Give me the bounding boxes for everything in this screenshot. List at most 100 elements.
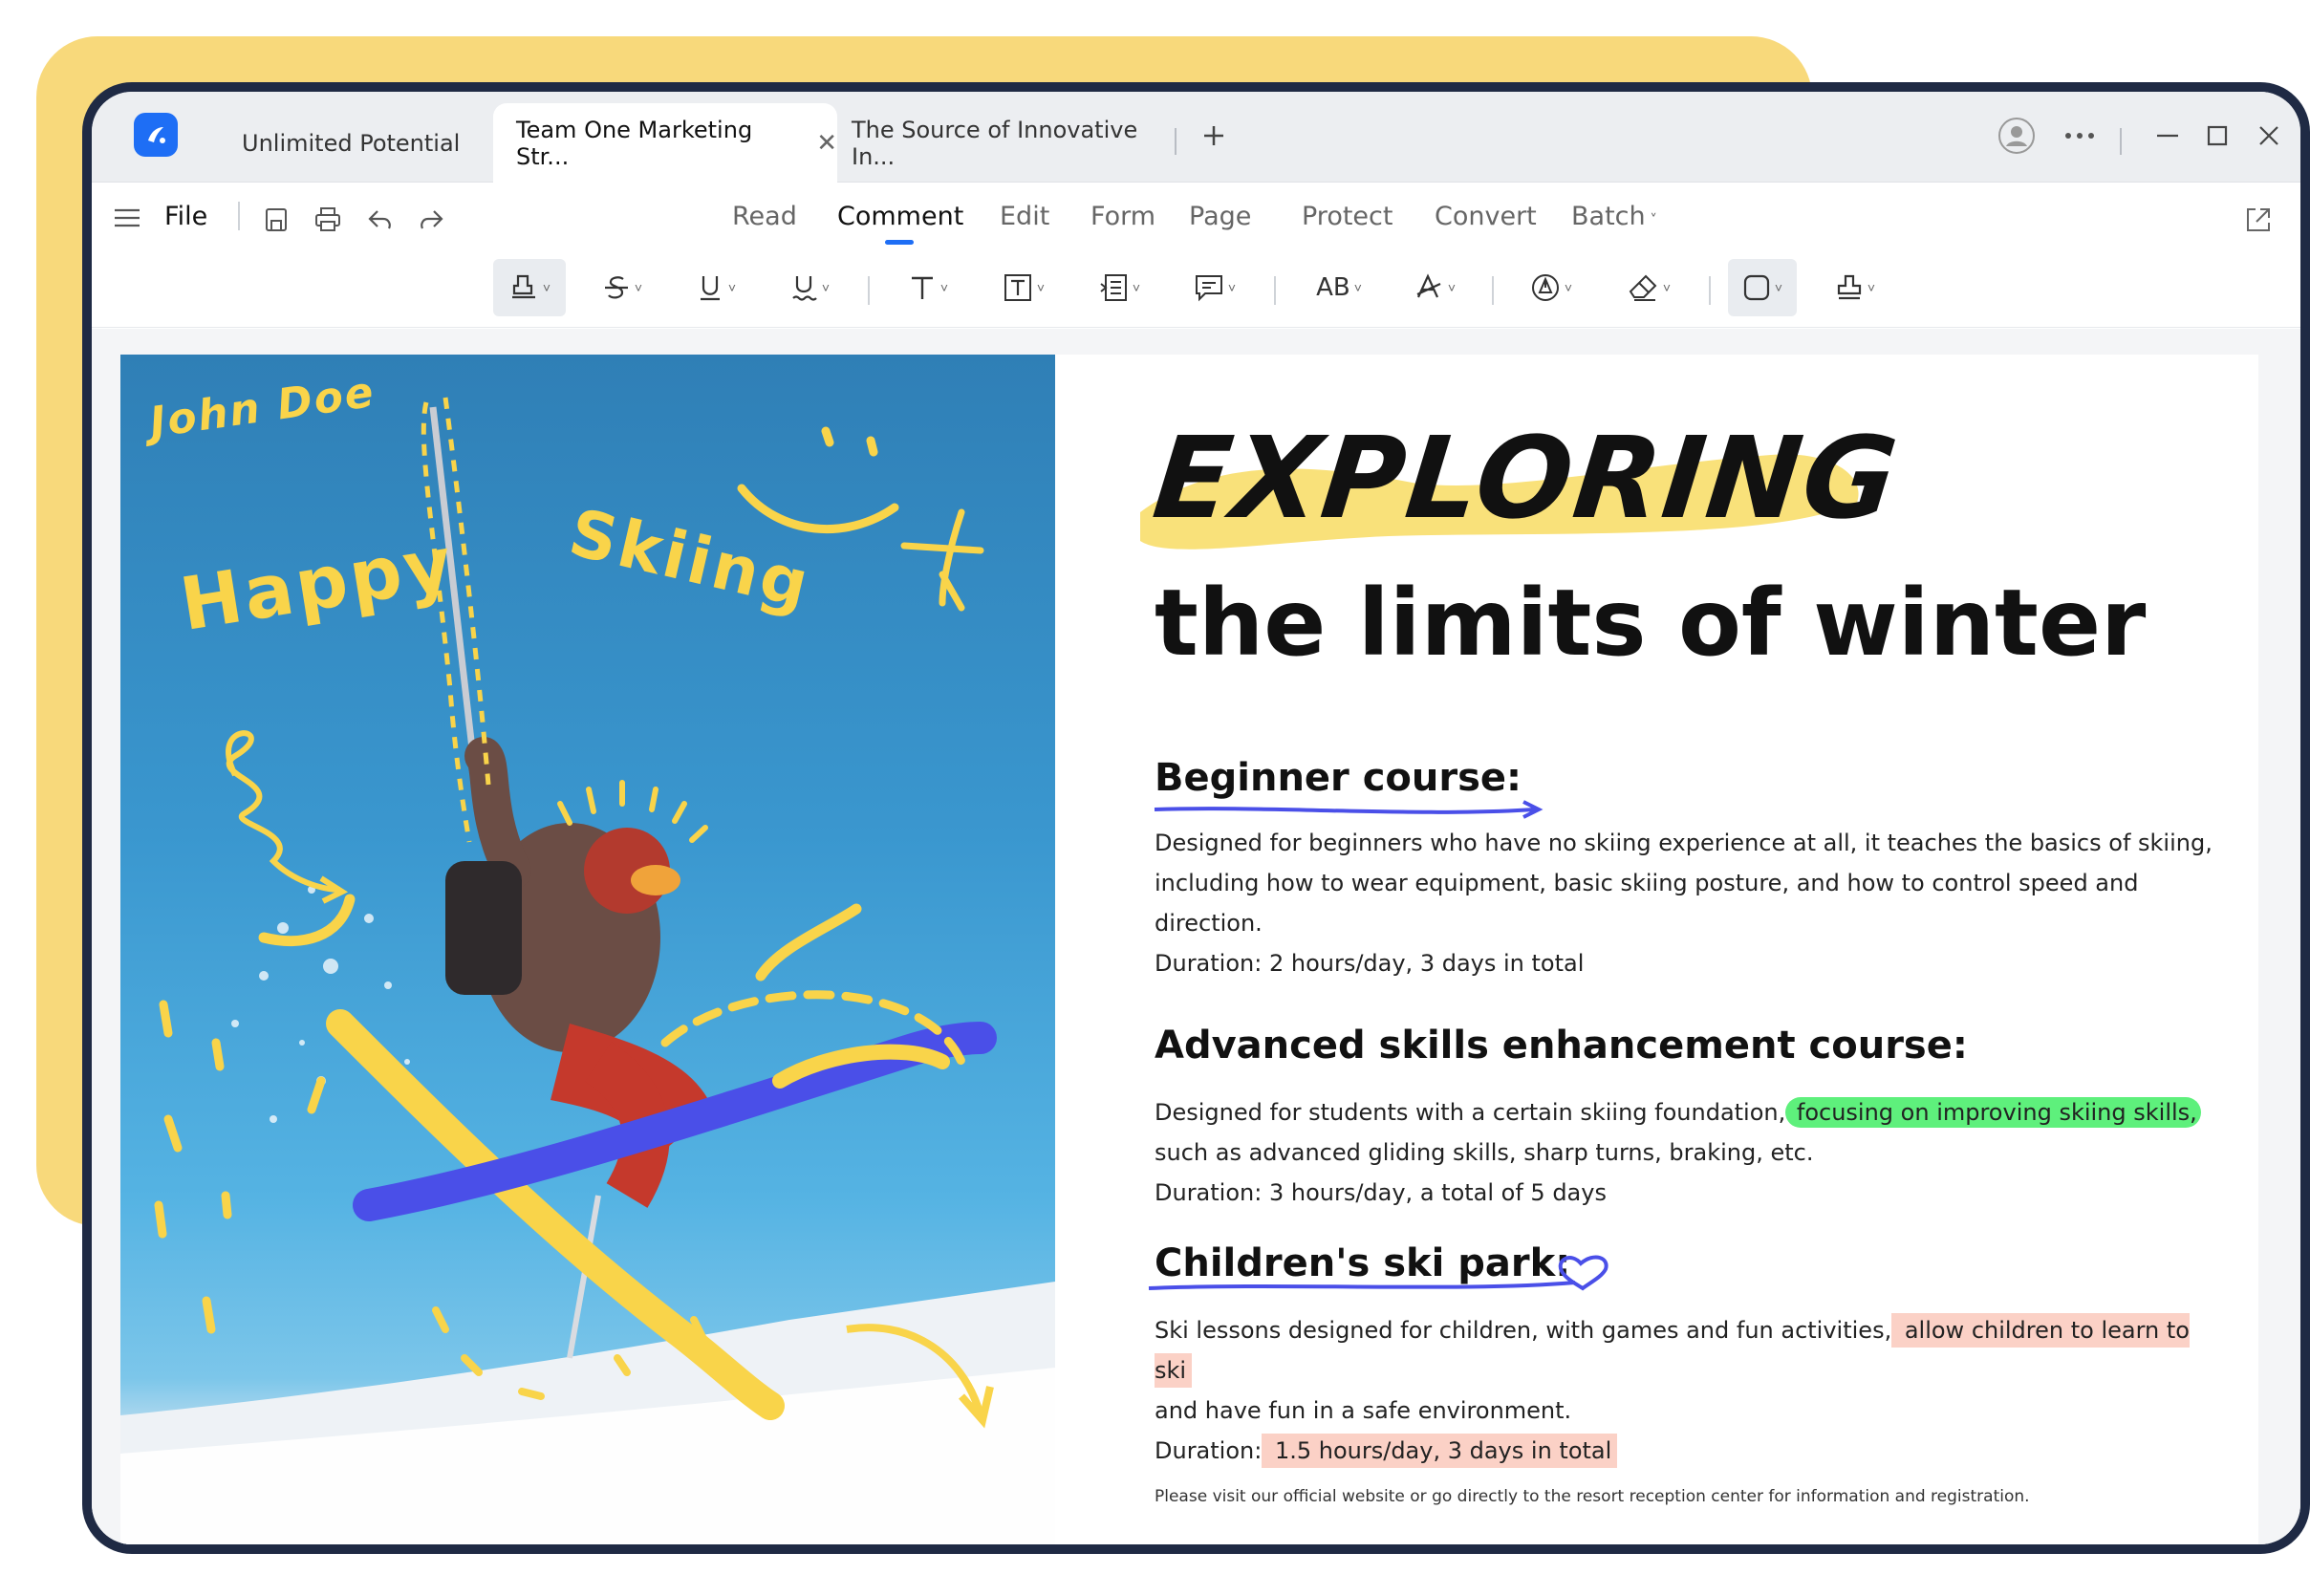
toolbar-divider (1274, 276, 1276, 305)
eraser-icon (1629, 274, 1657, 301)
text-line: Designed for students with a certain ski… (1155, 1092, 2225, 1132)
text-line: such as advanced gliding skills, sharp t… (1155, 1139, 1814, 1166)
text-line: Ski lessons designed for children, with … (1155, 1310, 2225, 1391)
text-callout-icon (1100, 274, 1127, 301)
save-icon[interactable] (260, 204, 292, 236)
strikethrough-tool[interactable]: ˅ (589, 259, 656, 316)
stamp-icon (1837, 274, 1862, 300)
text-color-icon (1416, 273, 1441, 298)
text-span: Ski lessons designed for children, with … (1155, 1317, 1892, 1344)
blue-underline-arrow (1154, 800, 1544, 819)
menu-bar: File Read Comment Edit Form Page Protect… (92, 183, 2300, 251)
text-icon (911, 276, 933, 299)
pink-highlight[interactable]: 1.5 hours/day, 3 days in total (1262, 1434, 1618, 1468)
chevron-down-icon: ˅ (939, 280, 949, 295)
heading-beginner-course: Beginner course: (1155, 756, 1522, 800)
new-tab-icon[interactable] (1191, 113, 1237, 159)
chevron-down-icon: ˅ (1353, 280, 1362, 295)
minimize-icon[interactable] (2145, 113, 2191, 159)
text-box-tool[interactable]: ˅ (990, 259, 1057, 316)
comment-toolbar: ˅ ˅ ˅ ˅ ˅ ˅ ˅ ˅ AB ˅ ˅ ˅ ˅ ˅ ˅ (92, 251, 2300, 328)
menu-batch[interactable]: Batch ˅ (1571, 202, 1657, 231)
toolbar-divider (1709, 276, 1711, 305)
print-icon[interactable] (312, 204, 344, 236)
text-callout-tool[interactable]: ˅ (1086, 259, 1153, 316)
more-options-icon[interactable] (2057, 113, 2103, 159)
green-highlight[interactable]: focusing on improving skiing skills, (1785, 1097, 2201, 1128)
comment-tool[interactable]: ˅ (1181, 259, 1248, 316)
blue-underline-heart (1148, 1255, 1608, 1291)
chevron-down-icon: ˅ (1036, 280, 1046, 295)
window-controls-divider (2120, 128, 2122, 155)
eraser-tool[interactable]: ˅ (1616, 259, 1683, 316)
menu-page[interactable]: Page (1189, 202, 1251, 231)
chevron-down-icon: ˅ (542, 280, 551, 295)
active-menu-indicator (885, 240, 914, 245)
beginner-description: Designed for beginners who have no skiin… (1155, 823, 2225, 983)
squiggly-underline-tool[interactable]: ˅ (776, 259, 843, 316)
text-color-tool[interactable]: ˅ (1401, 259, 1468, 316)
open-external-icon[interactable] (2242, 204, 2275, 236)
advanced-description: Designed for students with a certain ski… (1155, 1092, 2225, 1213)
text-line: Duration: 3 hours/day, a total of 5 days (1155, 1179, 1607, 1206)
tab-label: Unlimited Potential (242, 129, 461, 157)
comment-icon (1195, 275, 1222, 302)
redo-icon[interactable] (415, 204, 447, 236)
shape-icon (1743, 274, 1770, 301)
menu-read[interactable]: Read (732, 202, 797, 231)
text-line: including how to wear equipment, basic s… (1155, 870, 2139, 896)
squiggly-underline-icon (792, 276, 817, 301)
text-line: and have fun in a safe environment. (1155, 1397, 1572, 1424)
pdf-page[interactable]: John Doe Happy Skiing EXPLORING the limi… (120, 355, 2258, 1544)
replace-text-tool[interactable]: AB ˅ (1301, 259, 1377, 316)
app-logo-icon[interactable] (134, 113, 178, 157)
ab-icon: AB (1316, 273, 1350, 302)
menu-divider (238, 202, 240, 230)
title-subtitle: the limits of winter (1155, 570, 2147, 677)
text-span: Designed for students with a certain ski… (1155, 1099, 1786, 1126)
hamburger-menu-icon[interactable] (111, 202, 143, 234)
account-avatar-icon[interactable] (1994, 113, 2040, 159)
menu-comment[interactable]: Comment (837, 202, 963, 231)
undo-icon[interactable] (364, 204, 397, 236)
title-exploring: EXPLORING (1147, 412, 1906, 544)
app-window: Unlimited Potential Team One Marketing S… (82, 82, 2310, 1554)
text-tool[interactable]: ˅ (895, 259, 961, 316)
text-line: Duration: 1.5 hours/day, 3 days in total (1155, 1431, 2225, 1471)
highlight-tool[interactable]: ˅ (493, 259, 566, 316)
toolbar-divider (868, 276, 870, 305)
pen-icon (1531, 274, 1559, 301)
file-menu[interactable]: File (164, 202, 207, 231)
text-line: Designed for beginners who have no skiin… (1155, 830, 2213, 856)
document-canvas: John Doe Happy Skiing EXPLORING the limi… (92, 329, 2300, 1544)
tab-source-of-innovative[interactable]: The Source of Innovative In... (852, 103, 1167, 183)
text-line: direction. (1155, 910, 1263, 937)
chevron-down-icon: ˅ (1662, 280, 1672, 295)
menu-protect[interactable]: Protect (1302, 202, 1392, 231)
toolbar-divider (1492, 276, 1494, 305)
menu-convert[interactable]: Convert (1435, 202, 1537, 231)
pen-tool[interactable]: ˅ (1518, 259, 1585, 316)
close-window-icon[interactable] (2246, 113, 2292, 159)
tab-team-one-marketing[interactable]: Team One Marketing Str... ✕ (493, 103, 837, 183)
chevron-down-icon: ˅ (634, 280, 643, 295)
underline-icon (700, 276, 720, 301)
tab-divider (1175, 128, 1177, 155)
footer-note: Please visit our official website or go … (1155, 1487, 2030, 1506)
shape-tool[interactable]: ˅ (1728, 259, 1797, 316)
tab-bar: Unlimited Potential Team One Marketing S… (92, 92, 2300, 183)
chevron-down-icon: ˅ (1447, 280, 1457, 295)
childrens-description: Ski lessons designed for children, with … (1155, 1310, 2225, 1471)
stamp-tool[interactable]: ˅ (1822, 259, 1889, 316)
tab-label: Team One Marketing Str... (516, 116, 753, 170)
text-box-icon (1004, 274, 1031, 301)
chevron-down-icon: ˅ (1867, 280, 1876, 295)
close-tab-icon[interactable]: ✕ (816, 129, 837, 158)
chevron-down-icon: ˅ (727, 280, 737, 295)
maximize-icon[interactable] (2194, 113, 2240, 159)
underline-tool[interactable]: ˅ (682, 259, 749, 316)
highlight-icon (511, 274, 535, 299)
skier-photo: John Doe Happy Skiing (120, 355, 1055, 1544)
menu-form[interactable]: Form (1090, 202, 1155, 231)
menu-edit[interactable]: Edit (1000, 202, 1049, 231)
